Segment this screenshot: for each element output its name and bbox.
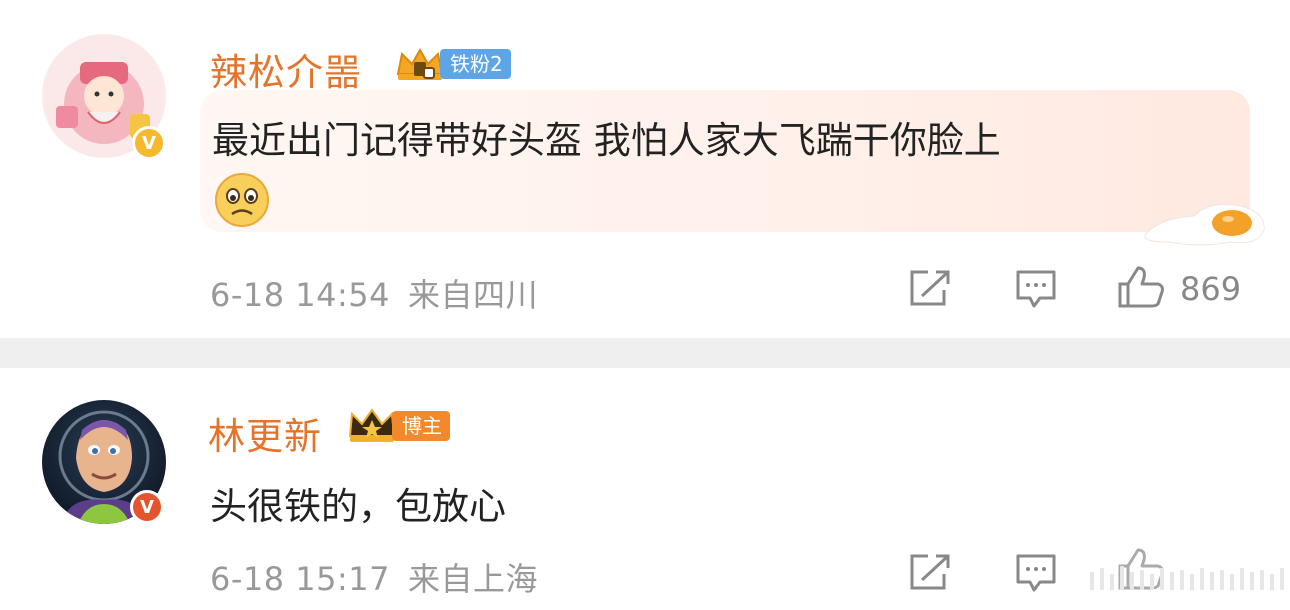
watermark <box>1090 566 1284 590</box>
comment-date: 6-18 15:17 <box>210 560 391 598</box>
badge-label: 博主 <box>392 411 450 441</box>
crown-icon <box>396 47 444 80</box>
comment-meta: 6-18 14:54 来自四川 <box>210 270 556 316</box>
comment-location: 来自四川 <box>408 276 539 314</box>
comment-item: V 辣松介噐 铁粉2 最近出门记得带好头盔 我怕人家大飞踹干你脸上 6-18 1… <box>0 0 1290 338</box>
like-count: 869 <box>1180 270 1242 308</box>
comment-text: 最近出门记得带好头盔 我怕人家大飞踹干你脸上 <box>212 119 1001 162</box>
comment-date: 6-18 14:54 <box>210 276 391 314</box>
comment-meta: 6-18 15:17 来自上海 <box>210 554 556 600</box>
verified-badge: V <box>132 126 166 160</box>
share-icon[interactable] <box>908 552 952 592</box>
fried-egg-icon <box>1144 203 1265 246</box>
crown-icon <box>348 408 396 442</box>
sad-emoji-icon <box>215 173 269 227</box>
badge-label: 铁粉2 <box>440 49 511 79</box>
comment-location: 来自上海 <box>408 560 539 598</box>
comment-icon[interactable] <box>1014 268 1058 310</box>
comment-item: V 林更新 博主 头很铁的，包放心 6-18 15:17 来自上海 <box>0 368 1290 610</box>
username[interactable]: 辣松介噐 <box>210 42 362 96</box>
fan-badge[interactable]: 铁粉2 <box>394 46 511 82</box>
verified-badge: V <box>130 490 164 524</box>
blogger-badge[interactable]: 博主 <box>346 408 450 444</box>
share-icon[interactable] <box>908 268 952 308</box>
comment-text: 头很铁的，包放心 <box>210 485 506 528</box>
comment-icon[interactable] <box>1014 552 1058 594</box>
like-icon[interactable] <box>1116 264 1166 310</box>
username[interactable]: 林更新 <box>208 406 322 460</box>
comment-divider <box>0 338 1290 368</box>
